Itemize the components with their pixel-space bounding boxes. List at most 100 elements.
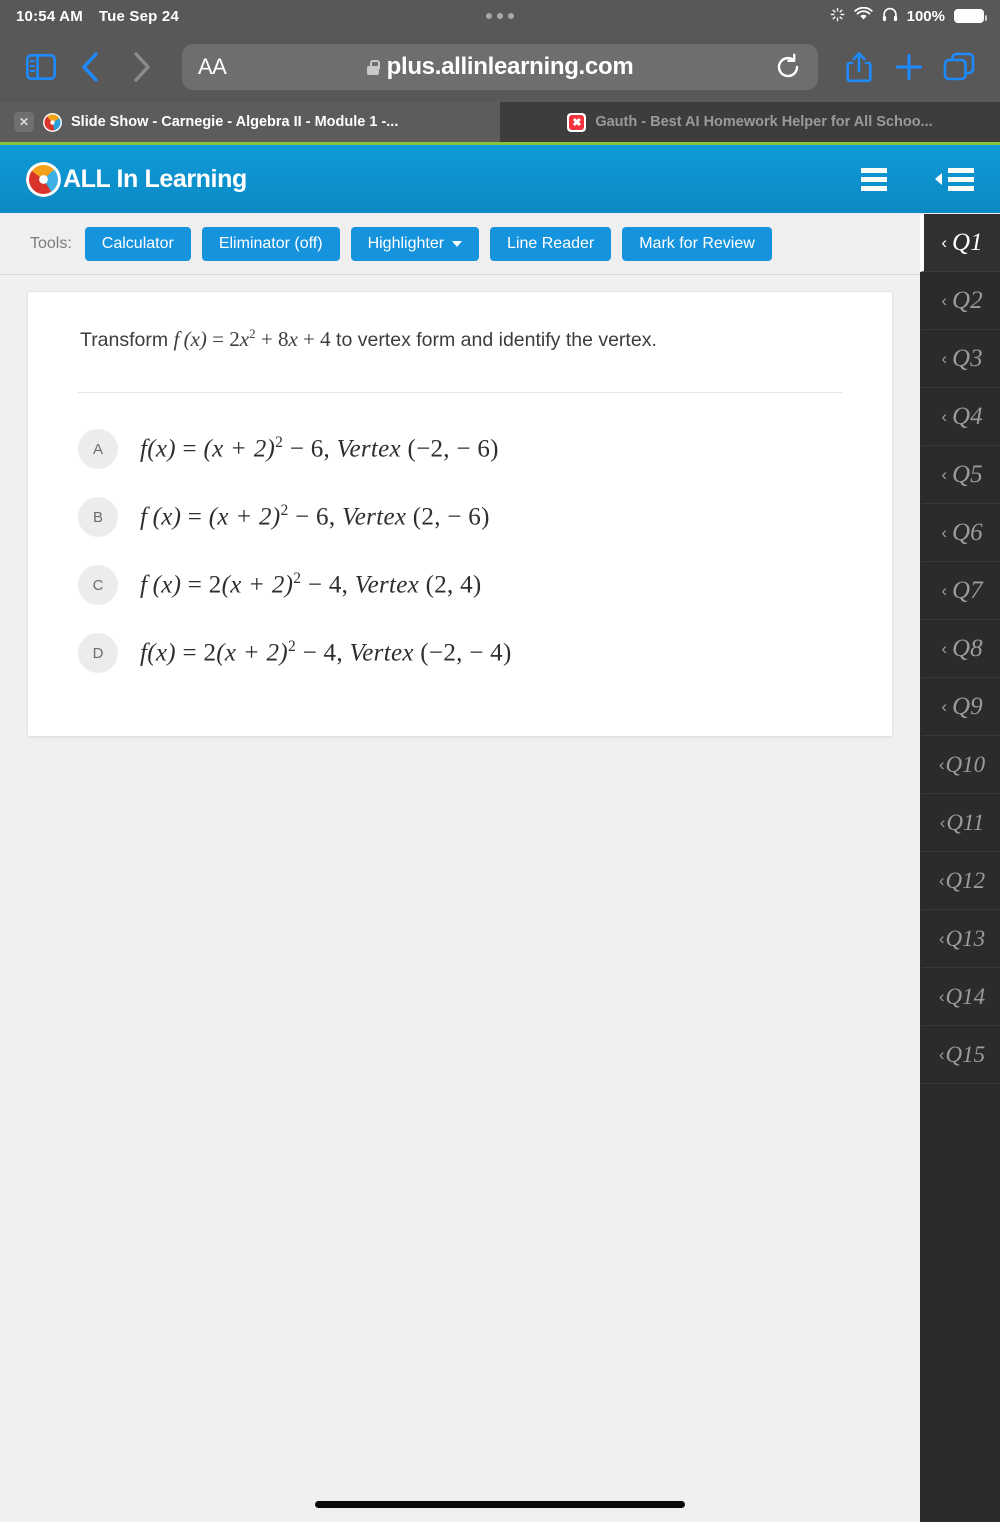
chevron-left-icon: ‹ <box>938 986 945 1006</box>
sidebar-item-q12[interactable]: ‹ Q12 <box>920 852 1000 910</box>
choice-arg: (x) <box>147 639 176 667</box>
tab-title: ✖ Gauth - Best AI Homework Helper for Al… <box>514 112 986 132</box>
tools-bar: Tools: Calculator Eliminator (off) Highl… <box>0 213 1000 275</box>
choice-letter-bubble[interactable]: D <box>78 633 118 673</box>
collapse-panel-icon[interactable] <box>935 167 974 191</box>
q-label: Q15 <box>945 1041 986 1067</box>
line-reader-button[interactable]: Line Reader <box>490 226 612 261</box>
choice-const: − 4, <box>302 639 343 667</box>
browser-tab-inactive[interactable]: ✖ Gauth - Best AI Homework Helper for Al… <box>500 102 1000 142</box>
prompt-variable2: x <box>288 327 298 351</box>
status-bar-left: 10:54 AM Tue Sep 24 <box>16 8 179 25</box>
choice-const: − 6, <box>295 503 336 531</box>
answer-choice-b[interactable]: B f (x) = (x + 2)2 − 6, Vertex (2, − 6) <box>56 483 864 551</box>
q-label: Q7 <box>952 576 983 604</box>
tab-overview-icon[interactable] <box>936 44 982 90</box>
hamburger-menu-icon[interactable] <box>861 167 887 191</box>
q-label: Q2 <box>952 286 983 314</box>
prompt-variable: x <box>239 327 250 351</box>
choice-letter-bubble[interactable]: B <box>78 497 118 537</box>
choice-text: f(x) = 2(x + 2)2 − 4, Vertex (−2, − 4) <box>140 638 512 667</box>
q-label: Q4 <box>952 402 983 430</box>
answer-choice-c[interactable]: C f (x) = 2(x + 2)2 − 4, Vertex (2, 4) <box>56 551 864 619</box>
all-in-learning-logo <box>26 161 61 197</box>
sidebar-item-q9[interactable]: ‹ Q9 <box>920 678 1000 736</box>
sidebar-item-q11[interactable]: ‹ Q11 <box>920 794 1000 852</box>
chevron-left-icon: ‹ <box>941 348 948 368</box>
status-date: Tue Sep 24 <box>98 7 179 25</box>
mark-for-review-button-label: Mark for Review <box>639 234 755 252</box>
calculator-button[interactable]: Calculator <box>84 226 191 261</box>
choice-letter-bubble[interactable]: C <box>78 565 118 605</box>
sidebar-toggle-icon[interactable] <box>18 44 64 90</box>
tab-label: Slide Show - Carnegie - Algebra II - Mod… <box>71 114 399 130</box>
sidebar-item-q4[interactable]: ‹ Q4 <box>920 388 1000 446</box>
question-navigation-sidebar: ‹ Q1 ‹ Q2 ‹ Q3 ‹ Q4 ‹ Q5 ‹ Q6 ‹ Q7 ‹ Q8 ‹ Q9 ‹ Q10… <box>920 214 1000 1522</box>
sidebar-item-q1[interactable]: ‹ Q1 <box>920 214 1000 272</box>
choice-lead: 2 <box>203 639 217 667</box>
sidebar-item-q7[interactable]: ‹ Q7 <box>920 562 1000 620</box>
q-label: Q14 <box>945 983 986 1009</box>
choice-body: (x + 2) <box>203 435 276 463</box>
choice-vertex: (2, 4) <box>425 571 482 599</box>
eliminator-button[interactable]: Eliminator (off) <box>201 226 340 261</box>
sidebar-item-q10[interactable]: ‹ Q10 <box>920 736 1000 794</box>
choice-vertex: (−2, − 6) <box>407 435 499 463</box>
sidebar-item-q5[interactable]: ‹ Q5 <box>920 446 1000 504</box>
question-prompt: Transform f (x) = 2x2 + 8x + 4 to vertex… <box>56 326 864 352</box>
sidebar-item-q3[interactable]: ‹ Q3 <box>920 330 1000 388</box>
choice-eq: = <box>187 571 203 599</box>
address-bar[interactable]: AA plus.allinlearning.com <box>182 44 818 90</box>
choice-vertex-word: Vertex <box>341 503 407 531</box>
sidebar-item-q14[interactable]: ‹ Q14 <box>920 968 1000 1026</box>
choice-lead: 2 <box>208 571 222 599</box>
plus-icon[interactable] <box>886 44 932 90</box>
choice-fn: f <box>140 571 148 599</box>
sidebar-item-q13[interactable]: ‹ Q13 <box>920 910 1000 968</box>
battery-percent-label: 100% <box>906 7 945 25</box>
address-bar-content: plus.allinlearning.com <box>182 53 818 81</box>
sidebar-item-q2[interactable]: ‹ Q2 <box>920 272 1000 330</box>
divider <box>78 392 842 393</box>
sidebar-item-q6[interactable]: ‹ Q6 <box>920 504 1000 562</box>
browser-tab-active[interactable]: ✕ Slide Show - Carnegie - Algebra II - M… <box>0 102 500 142</box>
url-text: plus.allinlearning.com <box>386 53 634 80</box>
chevron-left-icon: ‹ <box>941 232 948 252</box>
sidebar-item-q15[interactable]: ‹ Q15 <box>920 1026 1000 1084</box>
question-card: Transform f (x) = 2x2 + 8x + 4 to vertex… <box>27 291 893 737</box>
brand[interactable]: ALL In Learning <box>26 161 247 197</box>
chevron-right-icon[interactable] <box>118 44 164 90</box>
close-icon[interactable]: ✕ <box>14 112 34 132</box>
browser-toolbar: AA plus.allinlearning.com <box>0 32 1000 102</box>
prompt-argument: (x) <box>183 327 207 351</box>
choice-body: (x + 2) <box>208 503 281 531</box>
share-icon[interactable] <box>836 44 882 90</box>
q-label: Q12 <box>945 867 986 893</box>
choice-exp: 2 <box>275 434 284 452</box>
choice-letter-bubble[interactable]: A <box>78 429 118 469</box>
q-label: Q13 <box>945 925 986 951</box>
highlighter-button[interactable]: Highlighter <box>350 226 480 261</box>
answer-choice-a[interactable]: A f(x) = (x + 2)2 − 6, Vertex (−2, − 6) <box>56 415 864 483</box>
sidebar-item-q8[interactable]: ‹ Q8 <box>920 620 1000 678</box>
mark-for-review-button[interactable]: Mark for Review <box>622 226 772 261</box>
highlighter-button-label: Highlighter <box>367 234 445 252</box>
q-label: Q5 <box>952 460 983 488</box>
text-size-button[interactable]: AA <box>198 54 227 80</box>
choice-vertex-word: Vertex <box>349 639 414 667</box>
tab-label: Gauth - Best AI Homework Helper for All … <box>595 114 933 130</box>
reload-icon[interactable] <box>774 53 802 81</box>
browser-tab-bar: ✕ Slide Show - Carnegie - Algebra II - M… <box>0 102 1000 142</box>
prompt-term2: + 8 <box>260 327 289 351</box>
chevron-left-icon[interactable] <box>68 44 114 90</box>
eliminator-button-label: Eliminator (off) <box>218 234 323 252</box>
answer-choice-d[interactable]: D f(x) = 2(x + 2)2 − 4, Vertex (−2, − 4) <box>56 619 864 687</box>
app-header: ALL In Learning <box>0 145 1000 213</box>
dot-icon <box>508 13 514 19</box>
gauth-favicon: ✖ <box>567 112 587 132</box>
question-content-area: Transform f (x) = 2x2 + 8x + 4 to vertex… <box>0 280 920 1522</box>
prompt-term3: + 4 <box>303 327 331 351</box>
choice-eq: = <box>187 503 203 531</box>
chevron-left-icon: ‹ <box>941 406 948 426</box>
chevron-left-icon: ‹ <box>938 928 945 948</box>
